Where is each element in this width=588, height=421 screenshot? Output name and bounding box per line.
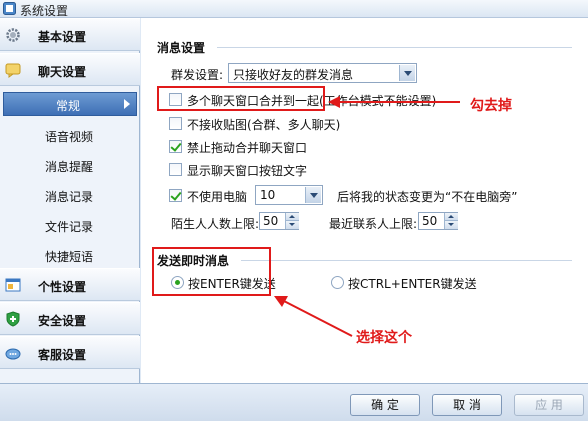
annotation-select: 选择这个	[356, 330, 412, 346]
arrow-icon	[274, 296, 353, 337]
arrow-icon	[328, 96, 460, 108]
cancel-button[interactable]: 取 消	[432, 394, 502, 416]
ok-button[interactable]: 确 定	[350, 394, 420, 416]
annotation-arrows	[274, 96, 460, 337]
dialog-button-bar: 确 定 取 消 应 用	[0, 383, 588, 421]
apply-button[interactable]: 应 用	[514, 394, 584, 416]
annotation-uncheck: 勾去掉	[470, 98, 512, 114]
